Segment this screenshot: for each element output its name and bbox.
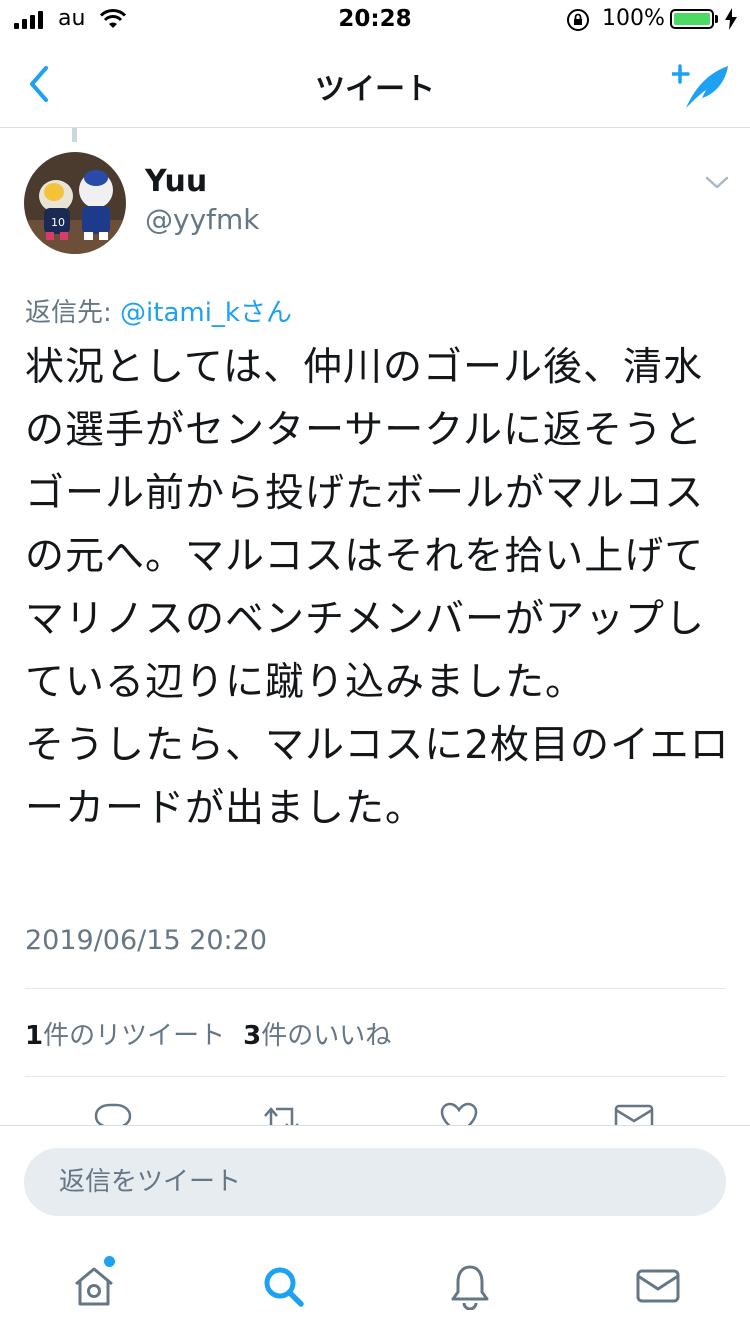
tweet-timestamp: 2019/06/15 20:20 [25, 925, 268, 956]
charging-icon [725, 8, 737, 30]
battery-nub [715, 15, 718, 23]
retweet-stat[interactable]: 1件のリツイート [25, 1015, 225, 1052]
tweet-action-row [0, 1090, 750, 1126]
avatar[interactable]: 10 [24, 152, 126, 254]
status-bar: au 20:28 100% [0, 0, 750, 40]
thread-connector-line [72, 128, 77, 142]
divider [25, 988, 725, 989]
home-icon[interactable] [70, 1262, 118, 1310]
chevron-down-icon[interactable] [702, 170, 732, 194]
search-icon[interactable] [259, 1262, 307, 1310]
like-label: 件のいいね [261, 1021, 392, 1051]
messages-icon[interactable] [634, 1262, 682, 1310]
page-title: ツイート [315, 72, 435, 107]
reply-to-user-link[interactable]: @itami_kさん [120, 298, 292, 328]
notification-dot [104, 1256, 115, 1267]
notifications-icon[interactable] [446, 1262, 494, 1310]
battery-icon [670, 9, 714, 29]
divider [25, 1076, 725, 1077]
like-count: 3 [243, 1021, 262, 1051]
engagement-stats: 1件のリツイート 3件のいいね [25, 1015, 391, 1052]
user-handle[interactable]: @yyfmk [145, 203, 260, 236]
reply-to-line: 返信先: @itami_kさん [25, 292, 292, 329]
rotation-lock-icon [567, 9, 589, 31]
svg-text:10: 10 [51, 216, 65, 229]
reply-to-prefix: 返信先: [25, 298, 121, 328]
battery-percent: 100% [602, 6, 665, 31]
reply-icon[interactable] [94, 1102, 132, 1126]
compose-tweet-icon[interactable] [672, 60, 732, 112]
reply-input[interactable] [24, 1148, 726, 1216]
retweet-count: 1 [25, 1021, 44, 1051]
like-stat[interactable]: 3件のいいね [243, 1015, 391, 1052]
retweet-label: 件のリツイート [43, 1021, 226, 1051]
tweet-text: 状況としては、仲川のゴール後、清水の選手がセンターサークルに返そうとゴール前から… [25, 345, 730, 831]
retweet-icon[interactable] [262, 1102, 304, 1126]
display-name[interactable]: Yuu [145, 164, 207, 199]
dm-icon[interactable] [614, 1102, 654, 1126]
like-icon[interactable] [440, 1102, 478, 1126]
